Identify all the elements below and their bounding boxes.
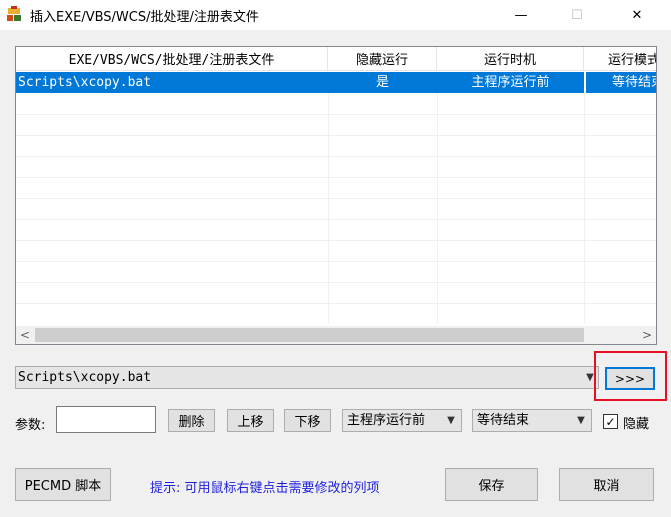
file-path-value: Scripts\xcopy.bat: [18, 370, 152, 385]
horizontal-scrollbar[interactable]: < >: [16, 326, 656, 344]
delete-button[interactable]: 删除: [168, 409, 215, 432]
move-down-button[interactable]: 下移: [284, 409, 331, 432]
maximize-button[interactable]: ☐: [554, 0, 600, 30]
window-title: 插入EXE/VBS/WCS/批处理/注册表文件: [30, 10, 259, 25]
pecmd-script-button[interactable]: PECMD 脚本: [15, 468, 111, 501]
grid-line: [16, 177, 656, 178]
params-label: 参数:: [15, 418, 46, 433]
grid-line: [16, 240, 656, 241]
run-timing-value: 主程序运行前: [347, 413, 426, 428]
grid-line: [16, 156, 656, 157]
close-button[interactable]: ✕: [614, 0, 660, 30]
grid-line: [16, 114, 656, 115]
table-row[interactable]: Scripts\xcopy.bat 是 主程序运行前 等待结束: [16, 72, 656, 93]
params-input[interactable]: [56, 406, 156, 433]
hide-label[interactable]: 隐藏: [623, 413, 649, 432]
scroll-thumb[interactable]: [35, 328, 584, 342]
move-up-button[interactable]: 上移: [227, 409, 274, 432]
cell-hidden: 是: [375, 75, 389, 90]
app-icon: [7, 6, 21, 21]
column-header-hidden[interactable]: 隐藏运行: [328, 47, 437, 71]
hint-text: 提示: 可用鼠标右键点击需要修改的列项: [150, 481, 380, 496]
browse-button[interactable]: >>>: [605, 367, 655, 390]
column-header-timing[interactable]: 运行时机: [437, 47, 584, 71]
grid-line: [437, 93, 438, 323]
grid-line: [16, 282, 656, 283]
cell-file: Scripts\xcopy.bat: [18, 75, 152, 90]
hide-checkbox[interactable]: ✓: [603, 414, 618, 429]
save-button[interactable]: 保存: [445, 468, 538, 501]
file-list[interactable]: EXE/VBS/WCS/批处理/注册表文件 隐藏运行 运行时机 运行模式 Scr…: [15, 46, 657, 345]
file-path-combo[interactable]: Scripts\xcopy.bat ▼: [15, 366, 599, 389]
run-timing-select[interactable]: 主程序运行前 ▼: [342, 409, 462, 432]
grid-line: [16, 135, 656, 136]
grid-line: [16, 219, 656, 220]
minimize-button[interactable]: —: [498, 0, 544, 30]
scroll-right-icon[interactable]: >: [638, 326, 656, 344]
run-mode-select[interactable]: 等待结束 ▼: [472, 409, 592, 432]
cell-timing: 主程序运行前: [471, 75, 550, 90]
grid-line: [16, 198, 656, 199]
column-header-mode[interactable]: 运行模式: [584, 47, 656, 71]
grid-line: [584, 93, 585, 323]
scroll-left-icon[interactable]: <: [16, 326, 34, 344]
chevron-down-icon[interactable]: ▼: [573, 410, 589, 431]
grid-line: [328, 93, 329, 323]
title-bar: 插入EXE/VBS/WCS/批处理/注册表文件 — ☐ ✕: [0, 0, 671, 30]
cancel-button[interactable]: 取消: [559, 468, 654, 501]
run-mode-value: 等待结束: [477, 413, 530, 428]
column-header-file[interactable]: EXE/VBS/WCS/批处理/注册表文件: [16, 47, 328, 71]
grid-line: [16, 261, 656, 262]
grid-line: [16, 303, 656, 304]
chevron-down-icon[interactable]: ▼: [443, 410, 459, 431]
check-icon: ✓: [605, 414, 616, 429]
cell-mode: 等待结束: [586, 72, 656, 93]
